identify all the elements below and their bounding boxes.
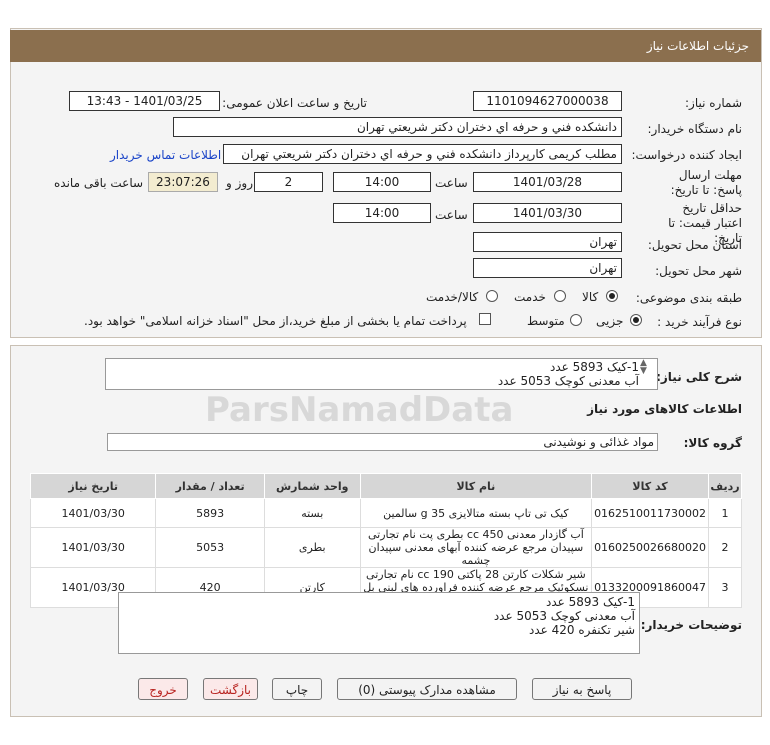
cell-unit: بسته <box>263 498 361 528</box>
process-minor-radio[interactable] <box>630 314 642 326</box>
contact-buyer-link[interactable]: اطلاعات تماس خریدار <box>110 148 221 162</box>
process-medium-radio[interactable] <box>570 314 582 326</box>
general-desc-line1: 1-کیک 5893 عدد <box>549 360 639 374</box>
view-documents-button[interactable]: مشاهده مدارک پیوستی (0) <box>337 678 517 700</box>
category-label: طبقه بندی موضوعی: <box>635 291 742 305</box>
category-service-label: خدمت <box>514 290 546 304</box>
items-heading: اطلاعات کالاهای مورد نیاز <box>587 402 742 416</box>
announce-field: 1401/03/25 - 13:43 <box>69 91 220 111</box>
cell-qty: 5893 <box>155 498 265 528</box>
general-desc-field: 1-کیک 5893 عدد آب معدنی کوچک 5053 عدد <box>105 358 658 390</box>
cell-unit: بطری <box>263 527 361 568</box>
need-number-field: 1101094627000038 <box>473 91 622 111</box>
buyer-notes-label: توضیحات خریدار: <box>640 618 742 632</box>
cell-row: 2 <box>708 527 742 568</box>
col-qty-header: تعداد / مقدار <box>155 473 265 499</box>
buyer-org-field: دانشکده فني و حرفه اي دختران دکتر شريعتي… <box>173 117 622 137</box>
process-medium-label: متوسط <box>527 314 565 328</box>
general-desc-line2: آب معدنی کوچک 5053 عدد <box>497 374 639 388</box>
buyer-notes-line1: 1-کیک 5893 عدد <box>545 595 635 609</box>
province-field: تهران <box>473 232 622 252</box>
col-date-header: تاریخ نیاز <box>29 473 157 499</box>
process-label: نوع فرآیند خرید : <box>657 315 742 329</box>
reply-button[interactable]: پاسخ به نیاز <box>532 678 632 700</box>
general-desc-label: شرح کلی نیاز: <box>656 370 742 384</box>
validity-time-label: ساعت <box>435 208 468 222</box>
buyer-notes-line2: آب معدنی کوچک 5053 عدد <box>493 609 635 623</box>
reply-time-label: ساعت <box>435 176 468 190</box>
cell-date: 1401/03/30 <box>29 498 157 528</box>
category-goods-radio[interactable] <box>606 290 618 302</box>
table-header-row: ردیف کد کالا نام کالا واحد شمارش تعداد /… <box>29 473 742 499</box>
city-label: شهر محل تحویل: <box>655 264 742 278</box>
cell-name: کیک تی تاپ بسته متالایزی 35 g سالمین <box>359 498 593 528</box>
exit-button[interactable]: خروج <box>138 678 188 700</box>
days-field: 2 <box>254 172 323 192</box>
cell-code: 0160250026680020 <box>591 527 710 568</box>
items-table: ردیف کد کالا نام کالا واحد شمارش تعداد /… <box>29 473 742 608</box>
cell-date: 1401/03/30 <box>29 527 157 568</box>
remaining-time-field: 23:07:26 <box>148 172 218 192</box>
back-button[interactable]: بازگشت <box>203 678 258 700</box>
validity-date-field: 1401/03/30 <box>473 203 622 223</box>
announce-label: تاریخ و ساعت اعلان عمومی: <box>222 96 367 110</box>
buyer-org-label: نام دستگاه خریدار: <box>647 122 743 136</box>
col-row-header: ردیف <box>708 473 742 499</box>
process-minor-label: جزیی <box>596 314 624 328</box>
scroll-arrows-icon[interactable]: ▲ ▼ <box>640 359 647 376</box>
days-label: روز و <box>226 176 253 190</box>
need-number-label: شماره نیاز: <box>685 96 742 110</box>
city-field: تهران <box>473 258 622 278</box>
treasury-checkbox[interactable] <box>479 313 491 325</box>
cell-qty: 5053 <box>155 527 265 568</box>
table-row: 2 0160250026680020 آب گازدار معدنی 450 c… <box>29 527 742 568</box>
validity-time-field: 14:00 <box>333 203 431 223</box>
reply-date-field: 1401/03/28 <box>473 172 622 192</box>
col-unit-header: واحد شمارش <box>263 473 361 499</box>
buyer-notes-line3: شیر تکنفره 420 عدد <box>528 623 635 637</box>
treasury-note: پرداخت تمام یا بخشی از مبلغ خرید،از محل … <box>84 314 467 328</box>
category-goods-label: کالا <box>582 290 599 304</box>
group-label: گروه کالا: <box>683 436 742 450</box>
category-both-label: کالا/خدمت <box>426 290 479 304</box>
reply-time-field: 14:00 <box>333 172 431 192</box>
buyer-notes-field: 1-کیک 5893 عدد آب معدنی کوچک 5053 عدد شی… <box>118 592 640 654</box>
category-service-radio[interactable] <box>554 290 566 302</box>
table-row: 1 0162510011730002 کیک تی تاپ بسته متالا… <box>29 498 742 528</box>
remaining-label: ساعت باقی مانده <box>54 176 144 190</box>
cell-row: 3 <box>708 567 742 608</box>
province-label: استان محل تحویل: <box>647 238 742 252</box>
watermark: ParsNamadData <box>205 390 514 430</box>
col-code-header: کد کالا <box>591 473 710 499</box>
creator-label: ایجاد کننده درخواست: <box>631 148 742 162</box>
group-field: مواد غذائی و نوشیدنی <box>107 433 658 451</box>
cell-code: 0162510011730002 <box>591 498 710 528</box>
cell-name: آب گازدار معدنی 450 cc بطری پت نام تجارت… <box>359 527 593 568</box>
creator-field: مطلب کریمی کارپرداز دانشکده فني و حرفه ا… <box>223 144 622 164</box>
print-button[interactable]: چاپ <box>272 678 322 700</box>
page-title: جزئیات اطلاعات نیاز <box>646 39 749 53</box>
page-title-bar: جزئیات اطلاعات نیاز <box>10 30 761 62</box>
col-name-header: نام کالا <box>359 473 593 499</box>
reply-deadline-label: مهلت ارسال پاسخ: تا تاریخ: <box>670 168 742 197</box>
cell-row: 1 <box>708 498 742 528</box>
category-both-radio[interactable] <box>486 290 498 302</box>
